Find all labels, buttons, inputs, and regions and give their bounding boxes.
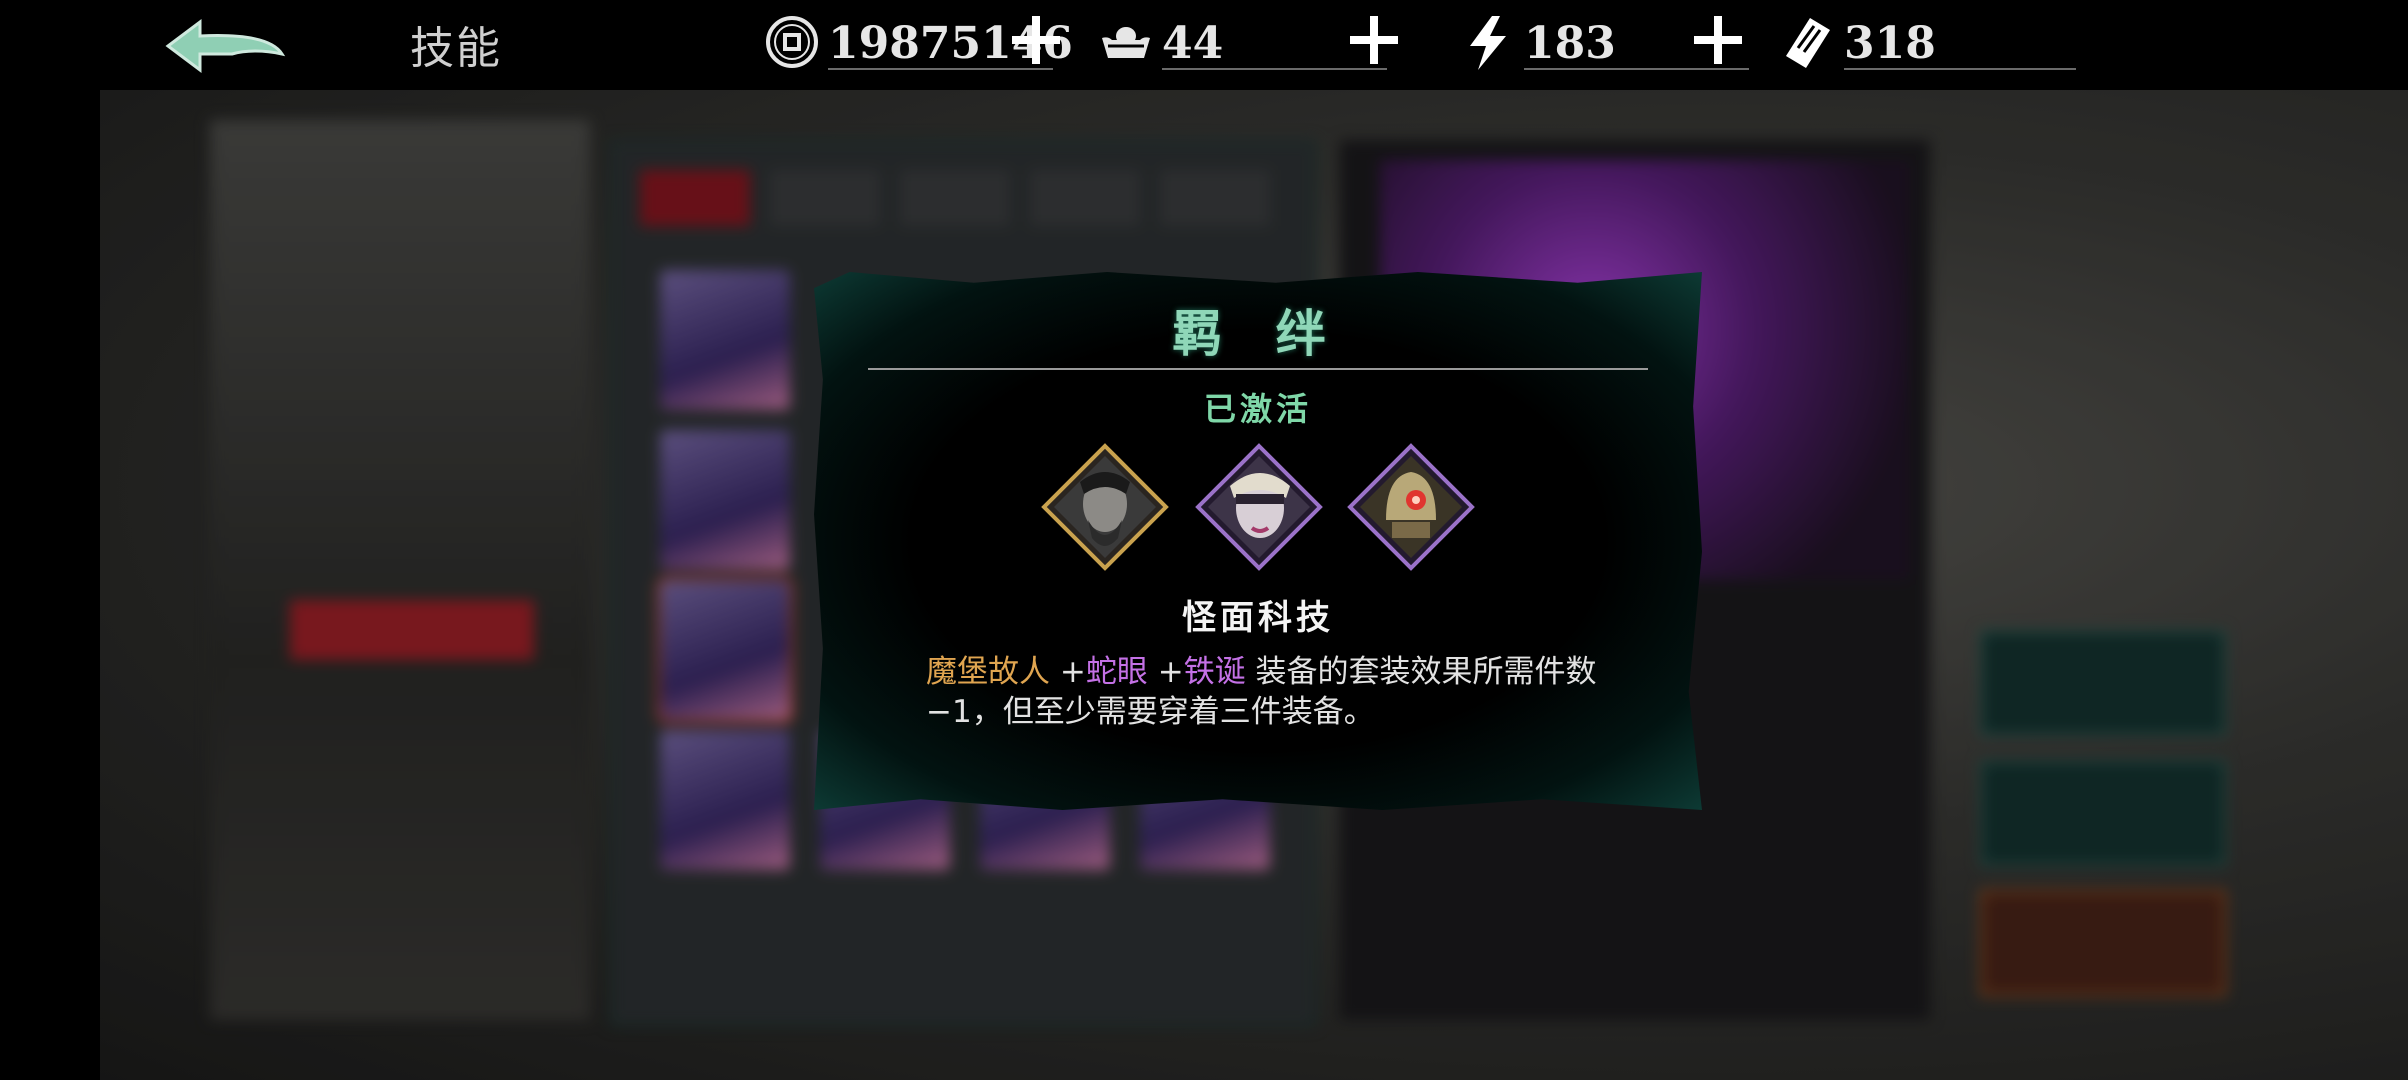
popup-title: 羁 绊: [1172, 304, 1344, 363]
portrait-icon-iron-birth: [1347, 443, 1475, 571]
back-button[interactable]: [160, 14, 290, 74]
ingot-icon: [1102, 27, 1150, 58]
coin-icon: [766, 16, 818, 68]
bond-description: 魔堡故人 +蛇眼 +铁诞 装备的套装效果所需件数−1，但至少需要穿着三件装备。: [926, 652, 1616, 732]
silver-ingot-underline: [1162, 68, 1387, 70]
resource-ticket: 318: [1780, 8, 2080, 78]
add-silver-ingot-button[interactable]: [1348, 14, 1400, 66]
member-name-castle-elder: 魔堡故人: [926, 654, 1050, 690]
portrait-icon-snake-eye: [1195, 443, 1323, 571]
copper-coin-underline: [828, 68, 1053, 70]
title-divider: [868, 368, 1648, 370]
member-name-iron-birth: 铁诞: [1183, 654, 1246, 690]
ticket-underline: [1844, 68, 2076, 70]
plus-sign: +: [1147, 654, 1184, 690]
ticket-icon: [1786, 18, 1830, 68]
add-energy-button[interactable]: [1692, 14, 1744, 66]
ticket-value: 318: [1844, 18, 1936, 69]
set-name: 怪面科技: [1182, 598, 1334, 638]
bond-status: 已激活: [1203, 390, 1312, 428]
plus-sign: +: [1050, 654, 1086, 690]
energy-underline: [1524, 68, 1749, 70]
member-name-snake-eye: 蛇眼: [1085, 654, 1148, 690]
portrait-icon-castle-elder: [1041, 443, 1169, 571]
bond-popup: 羁 绊 已激活 怪面科技 魔堡故人 +蛇眼 +铁诞 装备的套装效果所需件数−1，…: [814, 272, 1702, 810]
silver-ingot-value: 44: [1162, 18, 1224, 69]
lightning-icon: [1470, 16, 1506, 70]
energy-value: 183: [1524, 18, 1616, 69]
top-bar: 技能 19875146 44 183 318: [0, 0, 2408, 90]
page-title: 技能: [410, 23, 502, 74]
back-arrow-icon: [165, 19, 286, 73]
add-copper-coin-button[interactable]: [1010, 14, 1062, 66]
